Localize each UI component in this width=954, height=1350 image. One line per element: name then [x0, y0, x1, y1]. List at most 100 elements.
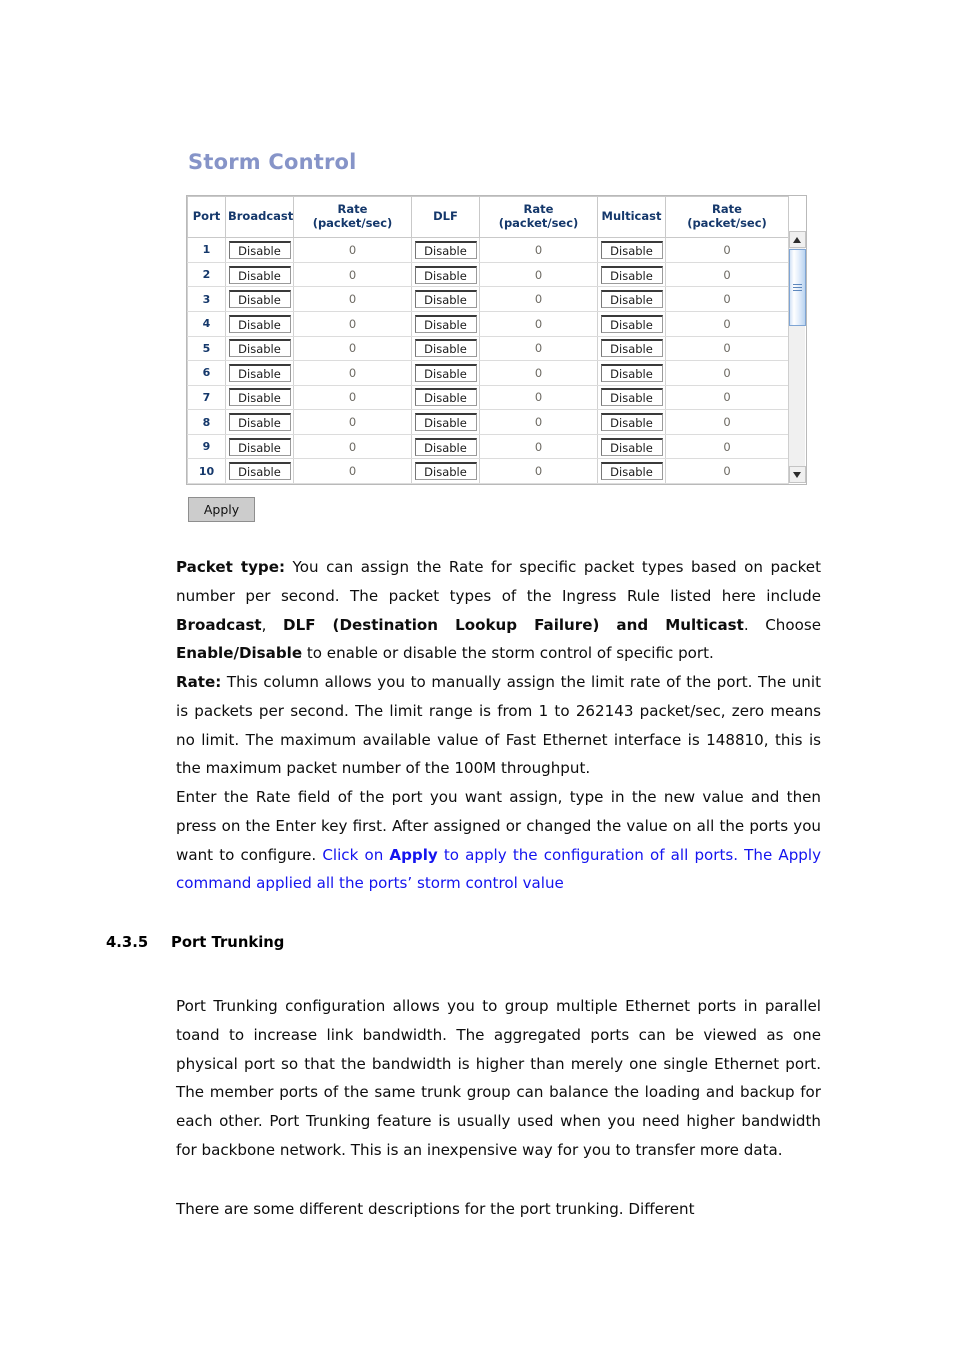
- dlf-select[interactable]: Disable: [414, 363, 477, 382]
- dlf-select[interactable]: Disable: [414, 265, 477, 284]
- cell-multicast: Disable: [597, 409, 666, 435]
- multicast-rate-field[interactable]: 0: [665, 262, 789, 288]
- dlf-select[interactable]: Disable: [414, 413, 477, 432]
- scroll-up-arrow-icon: [793, 237, 801, 243]
- header-label-rate: Rate: [523, 202, 554, 216]
- multicast-select[interactable]: Disable: [600, 339, 663, 358]
- packet-type-lead: Packet type:: [176, 558, 285, 576]
- scroll-down-button[interactable]: [789, 466, 806, 484]
- packet-type-bold-enable-disable: Enable/Disable: [176, 644, 303, 663]
- broadcast-rate-field[interactable]: 0: [293, 262, 412, 288]
- dlf-select[interactable]: Disable: [414, 240, 477, 259]
- multicast-select[interactable]: Disable: [600, 437, 663, 456]
- paragraph-descriptions: There are some different descriptions fo…: [176, 1195, 821, 1224]
- multicast-rate-field[interactable]: 0: [665, 286, 789, 312]
- table-row: 2 Disable 0 Disable 0 Disable 0: [187, 262, 789, 288]
- cell-dlf: Disable: [411, 409, 480, 435]
- scrollbar-thumb[interactable]: [789, 249, 806, 326]
- header-label-rate-unit: (packet/sec): [498, 215, 579, 230]
- broadcast-rate-field[interactable]: 0: [293, 409, 412, 435]
- broadcast-rate-field[interactable]: 0: [293, 286, 412, 312]
- multicast-select[interactable]: Disable: [600, 240, 663, 259]
- cell-broadcast: Disable: [225, 385, 294, 411]
- document-page: Storm Control Port Broadcast Rate (packe…: [0, 0, 954, 1350]
- multicast-select[interactable]: Disable: [600, 413, 663, 432]
- multicast-rate-field[interactable]: 0: [665, 385, 789, 411]
- table-row: 8 Disable 0 Disable 0 Disable 0: [187, 409, 789, 435]
- broadcast-select[interactable]: Disable: [228, 388, 291, 407]
- multicast-select[interactable]: Disable: [600, 314, 663, 333]
- vertical-scrollbar[interactable]: [788, 231, 806, 484]
- broadcast-select[interactable]: Disable: [228, 363, 291, 382]
- column-header-multicast-rate: Rate (packet/sec): [665, 195, 789, 239]
- cell-broadcast: Disable: [225, 409, 294, 435]
- broadcast-select[interactable]: Disable: [228, 462, 291, 481]
- multicast-rate-field[interactable]: 0: [665, 458, 789, 485]
- broadcast-rate-field[interactable]: 0: [293, 311, 412, 337]
- cell-multicast: Disable: [597, 434, 666, 460]
- multicast-select[interactable]: Disable: [600, 462, 663, 481]
- multicast-rate-field[interactable]: 0: [665, 360, 789, 386]
- dlf-select[interactable]: Disable: [414, 437, 477, 456]
- dlf-rate-field[interactable]: 0: [479, 311, 598, 337]
- broadcast-rate-field[interactable]: 0: [293, 237, 412, 263]
- dlf-select[interactable]: Disable: [414, 290, 477, 309]
- dlf-rate-field[interactable]: 0: [479, 286, 598, 312]
- multicast-rate-field[interactable]: 0: [665, 434, 789, 460]
- dlf-rate-field[interactable]: 0: [479, 360, 598, 386]
- paragraph-packet-type: Packet type: You can assign the Rate for…: [176, 553, 821, 668]
- scrollbar-grip-icon: [793, 283, 802, 293]
- dlf-rate-field[interactable]: 0: [479, 262, 598, 288]
- cell-multicast: Disable: [597, 286, 666, 312]
- cell-port: 8: [187, 409, 226, 435]
- cell-broadcast: Disable: [225, 434, 294, 460]
- multicast-rate-field[interactable]: 0: [665, 409, 789, 435]
- dlf-rate-field[interactable]: 0: [479, 409, 598, 435]
- cell-dlf: Disable: [411, 360, 480, 386]
- storm-control-table-container: Port Broadcast Rate (packet/sec) DLF Rat…: [186, 195, 807, 486]
- descriptions-text: There are some different descriptions fo…: [176, 1200, 695, 1218]
- broadcast-select[interactable]: Disable: [228, 265, 291, 284]
- dlf-rate-field[interactable]: 0: [479, 237, 598, 263]
- cell-dlf: Disable: [411, 458, 480, 485]
- dlf-select[interactable]: Disable: [414, 388, 477, 407]
- broadcast-select[interactable]: Disable: [228, 290, 291, 309]
- broadcast-rate-field[interactable]: 0: [293, 336, 412, 362]
- dlf-rate-field[interactable]: 0: [479, 458, 598, 485]
- broadcast-rate-field[interactable]: 0: [293, 360, 412, 386]
- multicast-rate-field[interactable]: 0: [665, 237, 789, 263]
- table-row: 4 Disable 0 Disable 0 Disable 0: [187, 311, 789, 337]
- multicast-rate-field[interactable]: 0: [665, 311, 789, 337]
- cell-dlf: Disable: [411, 336, 480, 362]
- dlf-select[interactable]: Disable: [414, 462, 477, 481]
- cell-dlf: Disable: [411, 434, 480, 460]
- cell-dlf: Disable: [411, 311, 480, 337]
- multicast-rate-field[interactable]: 0: [665, 336, 789, 362]
- apply-button[interactable]: Apply: [188, 497, 255, 523]
- table-body: 1 Disable 0 Disable 0 Disable 0 2 Disable 0 Disabl…: [187, 237, 789, 485]
- dlf-rate-field[interactable]: 0: [479, 336, 598, 362]
- broadcast-rate-field[interactable]: 0: [293, 458, 412, 485]
- table-header-row: Port Broadcast Rate (packet/sec) DLF Rat…: [187, 195, 789, 239]
- broadcast-rate-field[interactable]: 0: [293, 434, 412, 460]
- table-row: 6 Disable 0 Disable 0 Disable 0: [187, 360, 789, 386]
- multicast-select[interactable]: Disable: [600, 363, 663, 382]
- broadcast-select[interactable]: Disable: [228, 339, 291, 358]
- cell-broadcast: Disable: [225, 286, 294, 312]
- storm-control-table: Port Broadcast Rate (packet/sec) DLF Rat…: [187, 195, 789, 485]
- multicast-select[interactable]: Disable: [600, 388, 663, 407]
- broadcast-select[interactable]: Disable: [228, 413, 291, 432]
- broadcast-select[interactable]: Disable: [228, 437, 291, 456]
- broadcast-select[interactable]: Disable: [228, 240, 291, 259]
- header-label-dlf: DLF: [433, 208, 458, 223]
- dlf-select[interactable]: Disable: [414, 314, 477, 333]
- scroll-up-button[interactable]: [789, 231, 806, 248]
- multicast-select[interactable]: Disable: [600, 290, 663, 309]
- broadcast-rate-field[interactable]: 0: [293, 385, 412, 411]
- broadcast-select[interactable]: Disable: [228, 314, 291, 333]
- dlf-rate-field[interactable]: 0: [479, 434, 598, 460]
- dlf-select[interactable]: Disable: [414, 339, 477, 358]
- dlf-rate-field[interactable]: 0: [479, 385, 598, 411]
- cell-multicast: Disable: [597, 458, 666, 485]
- multicast-select[interactable]: Disable: [600, 265, 663, 284]
